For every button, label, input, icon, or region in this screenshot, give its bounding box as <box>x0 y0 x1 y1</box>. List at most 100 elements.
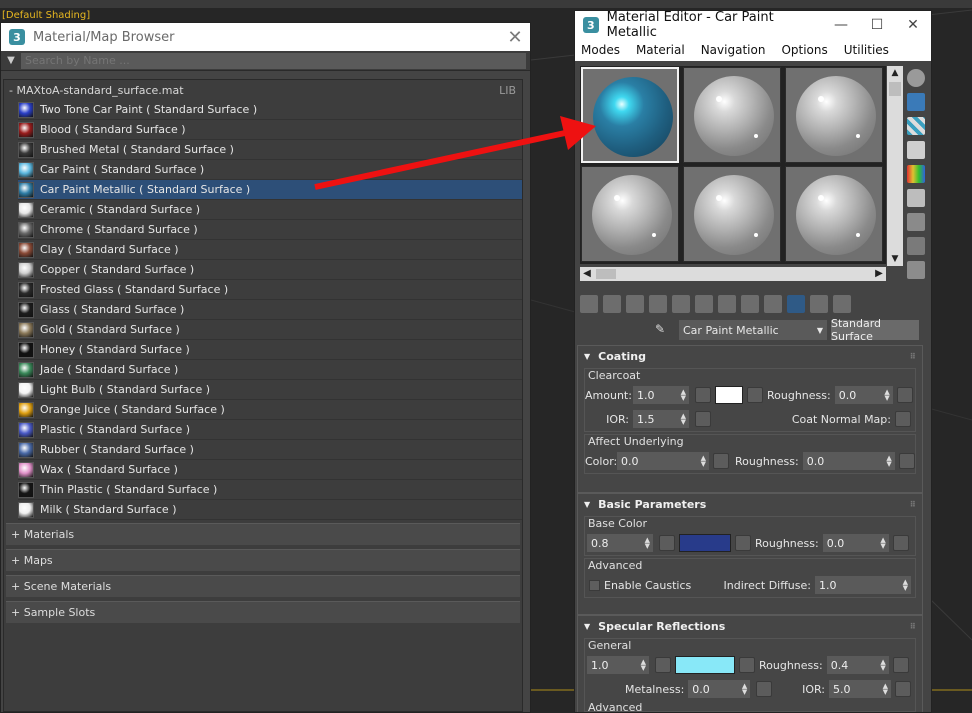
material-list-item[interactable]: Thin Plastic ( Standard Surface ) <box>18 480 522 500</box>
material-list-item[interactable]: Honey ( Standard Surface ) <box>18 340 522 360</box>
spinner-arrows-icon[interactable]: ▲ ▼ <box>641 659 646 672</box>
scroll-right-icon[interactable]: ▶ <box>872 267 886 281</box>
base-roughness-map-button[interactable] <box>892 535 909 551</box>
eyedropper-icon[interactable]: ✎ <box>655 322 671 338</box>
material-list-item[interactable]: Light Bulb ( Standard Surface ) <box>18 380 522 400</box>
material-list-item[interactable]: Car Paint ( Standard Surface ) <box>18 160 522 180</box>
specular-ior-map-button[interactable] <box>895 681 911 697</box>
base-weight-map-button[interactable] <box>659 535 675 551</box>
background-checker-icon[interactable] <box>907 117 925 135</box>
material-name-field[interactable]: Car Paint Metallic ▼ <box>679 320 827 340</box>
clearcoat-color-swatch[interactable] <box>715 386 743 404</box>
specular-reflections-header[interactable]: ▼ Specular Reflections ⠿ <box>578 616 922 636</box>
go-to-parent-icon[interactable] <box>810 295 828 313</box>
sample-uv-tiling-icon[interactable] <box>907 141 925 159</box>
material-list-item[interactable]: Clay ( Standard Surface ) <box>18 240 522 260</box>
spinner-arrows-icon[interactable]: ▲ ▼ <box>645 537 650 550</box>
coat-roughness-map-button[interactable] <box>896 387 913 403</box>
base-weight-spinner[interactable]: 0.8 ▲ ▼ <box>587 534 653 552</box>
spinner-arrows-icon[interactable]: ▲ ▼ <box>681 413 686 426</box>
search-input[interactable] <box>21 52 526 69</box>
coat-ior-spinner[interactable]: 1.5 ▲ ▼ <box>633 410 689 428</box>
scroll-thumb[interactable] <box>596 269 616 279</box>
metalness-spinner[interactable]: 0.0 ▲ ▼ <box>688 680 751 698</box>
clearcoat-color-map-button[interactable] <box>747 387 763 403</box>
maximize-icon[interactable]: ☐ <box>859 17 895 33</box>
spinner-arrows-icon[interactable]: ▲ ▼ <box>886 455 891 468</box>
scroll-thumb[interactable] <box>889 82 901 96</box>
sample-slot-2[interactable] <box>683 67 781 163</box>
menu-navigation[interactable]: Navigation <box>701 43 766 57</box>
material-list-item[interactable]: Chrome ( Standard Surface ) <box>18 220 522 240</box>
coat-ior-map-button[interactable] <box>695 411 711 427</box>
specular-roughness-map-button[interactable] <box>892 657 909 673</box>
slots-horizontal-scrollbar[interactable]: ◀ ▶ <box>580 267 886 281</box>
amount-map-button[interactable] <box>695 387 711 403</box>
backlight-icon[interactable] <box>907 93 925 111</box>
spinner-arrows-icon[interactable]: ▲ ▼ <box>884 389 889 402</box>
base-color-swatch[interactable] <box>679 534 731 552</box>
library-header[interactable]: - MAXtoA-standard_surface.mat LIB <box>4 80 522 100</box>
sample-type-icon[interactable] <box>907 69 925 87</box>
scroll-up-icon[interactable]: ▲ <box>887 66 903 80</box>
material-list-item[interactable]: Copper ( Standard Surface ) <box>18 260 522 280</box>
material-list-item[interactable]: Plastic ( Standard Surface ) <box>18 420 522 440</box>
close-icon[interactable]: ✕ <box>500 27 530 48</box>
slots-vertical-scrollbar[interactable]: ▲ ▼ <box>887 66 903 266</box>
specular-weight-map-button[interactable] <box>655 657 671 673</box>
browser-titlebar[interactable]: 3 Material/Map Browser ✕ <box>1 23 530 51</box>
editor-titlebar[interactable]: 3 Material Editor - Car Paint Metallic —… <box>575 11 931 40</box>
select-by-material-icon[interactable] <box>907 237 925 255</box>
indirect-diffuse-spinner[interactable]: 1.0 ▲ ▼ <box>815 576 911 594</box>
spinner-arrows-icon[interactable]: ▲ ▼ <box>681 389 686 402</box>
options-icon[interactable] <box>907 213 925 231</box>
specular-weight-spinner[interactable]: 1.0 ▲ ▼ <box>587 656 649 674</box>
base-color-map-button[interactable] <box>735 535 751 551</box>
category-rollout-0[interactable]: + Materials <box>6 523 520 545</box>
amount-spinner[interactable]: 1.0 ▲ ▼ <box>633 386 689 404</box>
material-list-item[interactable]: Car Paint Metallic ( Standard Surface ) <box>18 180 522 200</box>
base-roughness-spinner[interactable]: 0.0 ▲ ▼ <box>822 534 889 552</box>
material-list-item[interactable]: Milk ( Standard Surface ) <box>18 500 522 520</box>
sample-slot-1[interactable] <box>581 67 679 163</box>
material-type-button[interactable]: Standard Surface <box>831 317 919 343</box>
specular-color-swatch[interactable] <box>675 656 735 674</box>
material-list-item[interactable]: Orange Juice ( Standard Surface ) <box>18 400 522 420</box>
spinner-arrows-icon[interactable]: ▲ ▼ <box>880 537 885 550</box>
sample-slot-5[interactable] <box>683 166 781 262</box>
material-list-item[interactable]: Rubber ( Standard Surface ) <box>18 440 522 460</box>
scroll-down-icon[interactable]: ▼ <box>887 252 903 266</box>
close-icon[interactable]: ✕ <box>895 17 931 33</box>
affect-color-map-button[interactable] <box>713 453 729 469</box>
put-to-library-icon[interactable] <box>695 295 713 313</box>
spinner-arrows-icon[interactable]: ▲ ▼ <box>880 659 885 672</box>
rollout-grip-icon[interactable]: ⠿ <box>910 352 916 361</box>
make-unique-icon[interactable] <box>672 295 690 313</box>
material-navigator-icon[interactable] <box>907 261 925 279</box>
get-material-icon[interactable] <box>580 295 598 313</box>
go-forward-sibling-icon[interactable] <box>833 295 851 313</box>
material-list-item[interactable]: Wax ( Standard Surface ) <box>18 460 522 480</box>
material-list-item[interactable]: Brushed Metal ( Standard Surface ) <box>18 140 522 160</box>
affect-roughness-map-button[interactable] <box>898 453 915 469</box>
show-shaded-icon[interactable] <box>764 295 782 313</box>
metalness-map-button[interactable] <box>756 681 773 697</box>
delete-icon[interactable] <box>649 295 667 313</box>
rollout-grip-icon[interactable]: ⠿ <box>910 622 916 631</box>
material-id-channel-icon[interactable] <box>741 295 759 313</box>
specular-ior-spinner[interactable]: 5.0 ▲ ▼ <box>829 680 891 698</box>
coating-rollout-header[interactable]: ▼ Coating ⠿ <box>578 346 922 366</box>
spinner-arrows-icon[interactable]: ▲ ▼ <box>883 683 888 696</box>
chevron-down-icon[interactable]: ▼ <box>817 326 823 335</box>
show-end-result-icon[interactable] <box>787 295 805 313</box>
spinner-arrows-icon[interactable]: ▲ ▼ <box>903 579 908 592</box>
menu-material[interactable]: Material <box>636 43 685 57</box>
menu-modes[interactable]: Modes <box>581 43 620 57</box>
material-list-item[interactable]: Blood ( Standard Surface ) <box>18 120 522 140</box>
material-list-item[interactable]: Two Tone Car Paint ( Standard Surface ) <box>18 100 522 120</box>
category-rollout-2[interactable]: + Scene Materials <box>6 575 520 597</box>
minimize-icon[interactable]: — <box>823 17 859 33</box>
material-list-item[interactable]: Jade ( Standard Surface ) <box>18 360 522 380</box>
affect-color-spinner[interactable]: 0.0 ▲ ▼ <box>617 452 709 470</box>
put-to-scene-icon[interactable] <box>603 295 621 313</box>
